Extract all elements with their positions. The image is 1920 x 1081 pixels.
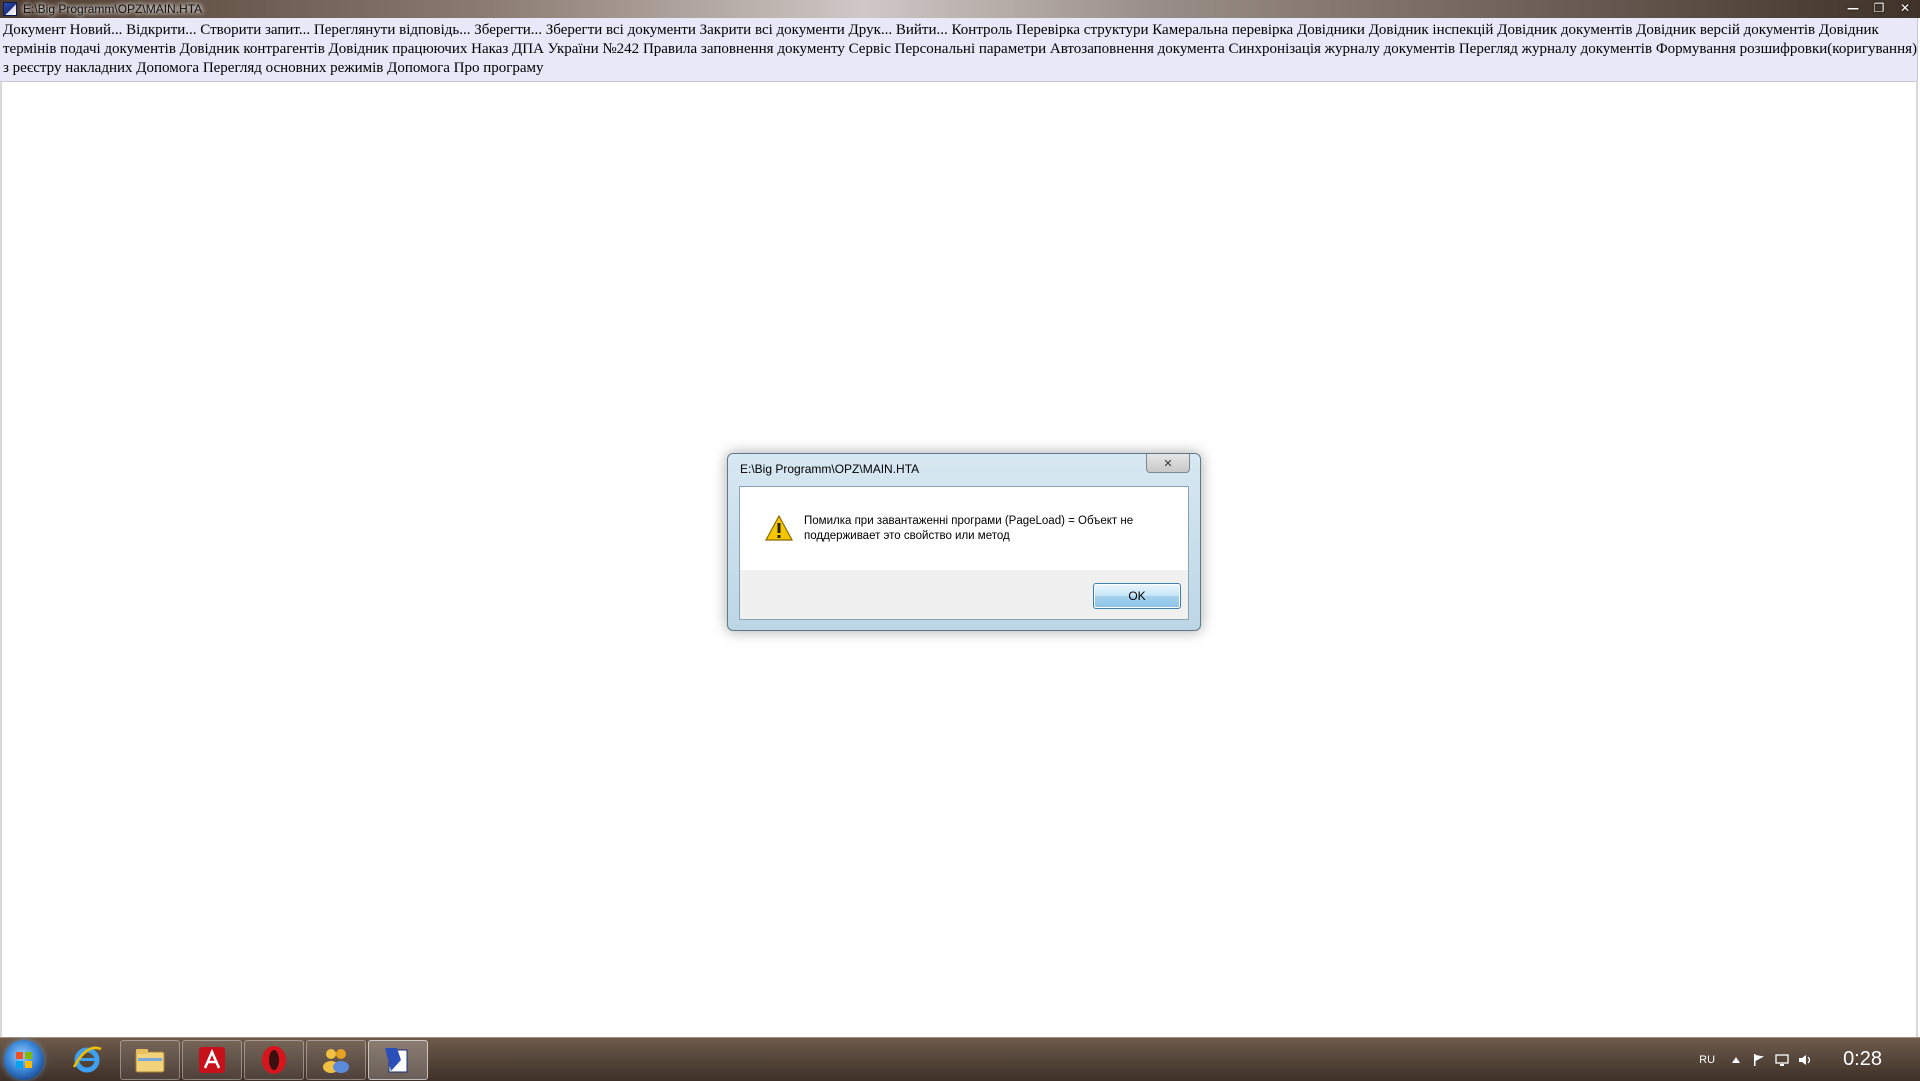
menu-item[interactable]: Відкрити... [126,22,196,38]
menu-item[interactable]: Новий... [70,22,123,38]
menu-item[interactable]: Документ [3,22,66,38]
show-hidden-icons-icon[interactable] [1729,1053,1743,1067]
menu-item[interactable]: Довідник документів [1497,22,1632,38]
menu-item[interactable]: Допомога [136,60,199,76]
system-tray: RU 0:28 [1699,1038,1920,1081]
menu-item[interactable]: Сервіс [849,41,891,57]
opera-icon[interactable] [244,1040,304,1080]
language-indicator[interactable]: RU [1699,1054,1715,1066]
menu-item[interactable]: Друк... [849,22,893,38]
window-titlebar: E:\Big Programm\OPZ\MAIN.HTA — ❐ ✕ [0,0,1920,18]
hta-app-icon[interactable] [368,1040,428,1080]
window-controls: — ❐ ✕ [1840,0,1918,18]
taskbar: RU 0:28 [0,1037,1920,1081]
menu-item[interactable]: Перевірка структури [1016,22,1149,38]
maximize-button[interactable]: ❐ [1866,0,1892,16]
menu-item[interactable]: Довідник версій документів [1636,22,1815,38]
ok-button[interactable]: OK [1093,583,1181,609]
menu-item[interactable]: Правила заповнення документу [643,41,845,57]
people-app-icon[interactable] [306,1040,366,1080]
menu-item[interactable]: Довідники [1297,22,1365,38]
menu-item[interactable]: Допомога [387,60,450,76]
dialog-body: Помилка при завантаженні програми (PageL… [739,486,1189,620]
menu-item[interactable]: Перегляд журналу документів [1459,41,1652,57]
menu-item[interactable]: Автозаповнення документа [1050,41,1225,57]
adobe-reader-icon[interactable] [182,1040,242,1080]
menu-item[interactable]: Довідник працюючих [329,41,468,57]
internet-explorer-icon[interactable] [58,1040,116,1078]
dialog-message-area: Помилка при завантаженні програми (PageL… [740,487,1188,570]
menu-item[interactable]: Зберегти всі документи [546,22,696,38]
menu-item[interactable]: Зберегти... [474,22,542,38]
menu-item[interactable]: Довідник інспекцій [1369,22,1494,38]
close-button[interactable]: ✕ [1892,0,1918,16]
menu-item[interactable]: Синхронізація журналу документів [1229,41,1456,57]
menu-item[interactable]: Камеральна перевірка [1152,22,1293,38]
menu-bar: Документ Новий... Відкрити... Створити з… [0,18,1918,82]
dialog-title: E:\Big Programm\OPZ\MAIN.HTA [740,462,920,476]
dialog-close-button[interactable]: ✕ [1146,454,1190,473]
app-icon [3,2,17,16]
menu-item[interactable]: Перегляд основних режимів [203,60,384,76]
menu-item[interactable]: Вийти... [896,22,948,38]
menu-item[interactable]: Довідник контрагентів [180,41,325,57]
action-center-flag-icon[interactable] [1752,1053,1766,1067]
menu-item[interactable]: Наказ ДПА України №242 [471,41,639,57]
start-button[interactable] [4,1040,44,1080]
dialog-message: Помилка при завантаженні програми (PageL… [804,515,1134,542]
volume-icon[interactable] [1798,1053,1812,1067]
warning-icon [765,515,793,541]
minimize-button[interactable]: — [1840,0,1866,16]
menu-item[interactable]: Створити запит... [200,22,310,38]
clock[interactable]: 0:28 [1843,1048,1882,1071]
menu-item[interactable]: Контроль [952,22,1013,38]
error-dialog: E:\Big Programm\OPZ\MAIN.HTA ✕ Помилка п… [727,453,1201,631]
menu-item[interactable]: Закрити всі документи [700,22,845,38]
window-title: E:\Big Programm\OPZ\MAIN.HTA [23,2,203,16]
menu-item[interactable]: Про програму [454,60,544,76]
menu-item[interactable]: Переглянути відповідь... [314,22,471,38]
network-icon[interactable] [1775,1053,1789,1067]
menu-item[interactable]: Персональні параметри [895,41,1047,57]
file-explorer-icon[interactable] [120,1040,180,1080]
